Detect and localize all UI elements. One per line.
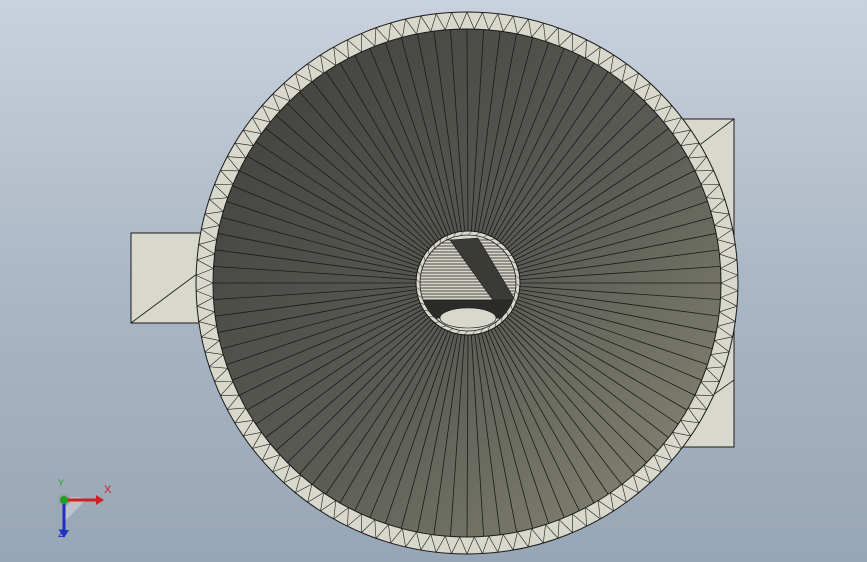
x-axis-label: X bbox=[104, 484, 112, 496]
z-axis-label: Z bbox=[58, 528, 65, 540]
y-axis-dot bbox=[60, 496, 68, 504]
x-arrow-icon bbox=[96, 495, 104, 505]
model-viewport[interactable] bbox=[0, 0, 867, 562]
y-axis-label: Y bbox=[58, 478, 65, 488]
axis-triad: X Y Z bbox=[44, 478, 114, 544]
